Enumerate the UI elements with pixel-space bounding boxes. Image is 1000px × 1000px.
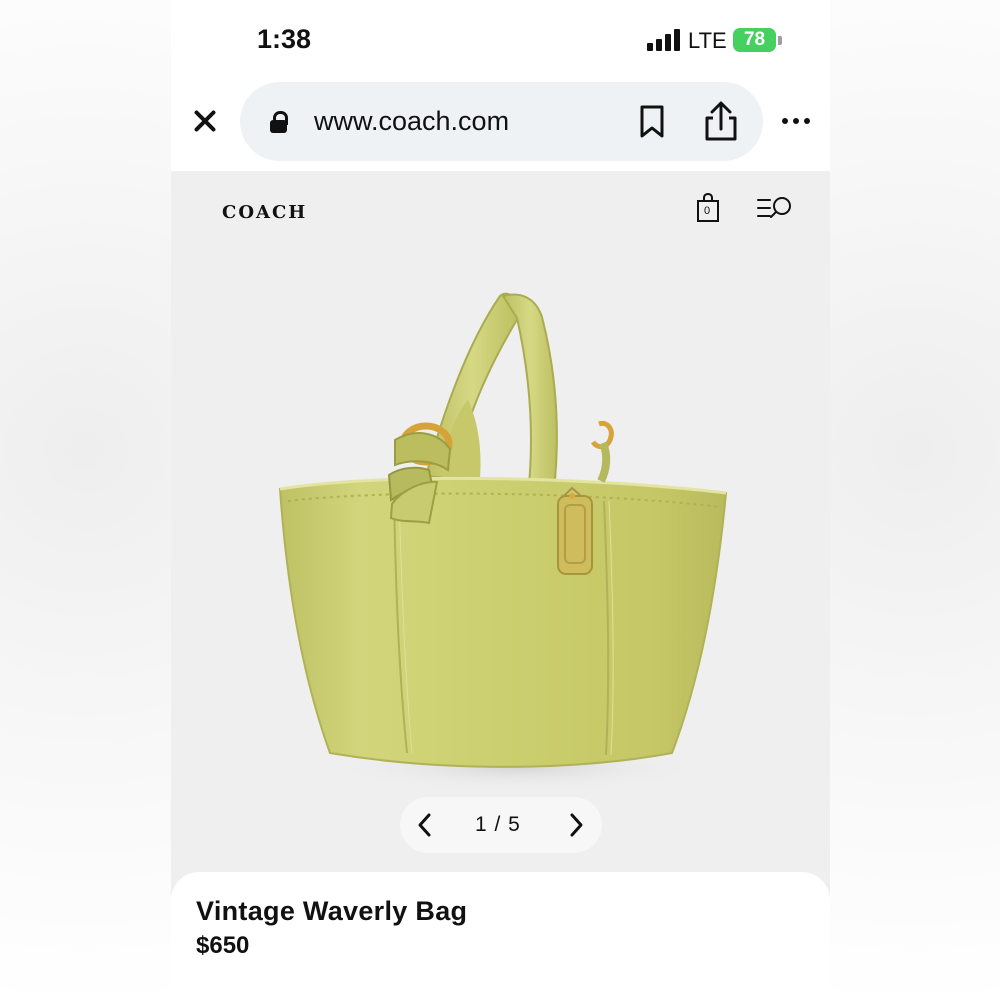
share-icon[interactable] (702, 100, 740, 142)
left-blurred-background (0, 0, 171, 1000)
product-hero: COACH 0 1 / 5 Vintage Waverly Bag $650 (171, 171, 830, 1000)
vintage-waverly-bag-image (278, 292, 728, 792)
right-blurred-background (829, 0, 1000, 1000)
chevron-right-icon[interactable] (564, 811, 588, 839)
screenshot-canvas: 1:38 LTE 78 www.coach.com COACH 0 1 / 5 … (0, 0, 1000, 1000)
bookmark-icon[interactable] (638, 105, 666, 139)
network-type: LTE (688, 28, 727, 53)
chevron-left-icon[interactable] (413, 811, 437, 839)
battery-level-icon: 78 (733, 28, 776, 52)
menu-search-icon[interactable] (757, 196, 793, 221)
cellular-signal-icon (647, 29, 681, 51)
more-icon[interactable] (781, 109, 811, 133)
url-text[interactable]: www.coach.com (314, 106, 509, 137)
lock-icon (270, 111, 288, 133)
mobile-browser-screen: 1:38 LTE 78 www.coach.com COACH 0 1 / 5 … (171, 0, 830, 1000)
product-price: $650 (196, 932, 250, 959)
coach-logo[interactable]: COACH (222, 202, 307, 223)
address-bar[interactable]: www.coach.com (240, 82, 763, 161)
image-pager: 1 / 5 (400, 797, 602, 853)
battery-tip-icon (778, 36, 782, 45)
shopping-bag-icon[interactable]: 0 (696, 192, 720, 223)
close-icon[interactable] (189, 105, 221, 137)
status-bar: 1:38 LTE 78 (171, 0, 830, 72)
product-title: Vintage Waverly Bag (196, 896, 468, 926)
status-time: 1:38 (257, 24, 312, 54)
cart-count: 0 (704, 205, 711, 217)
image-position: 1 / 5 (475, 813, 521, 836)
product-summary-card: Vintage Waverly Bag $650 (171, 872, 830, 1000)
browser-toolbar: www.coach.com (171, 72, 830, 171)
